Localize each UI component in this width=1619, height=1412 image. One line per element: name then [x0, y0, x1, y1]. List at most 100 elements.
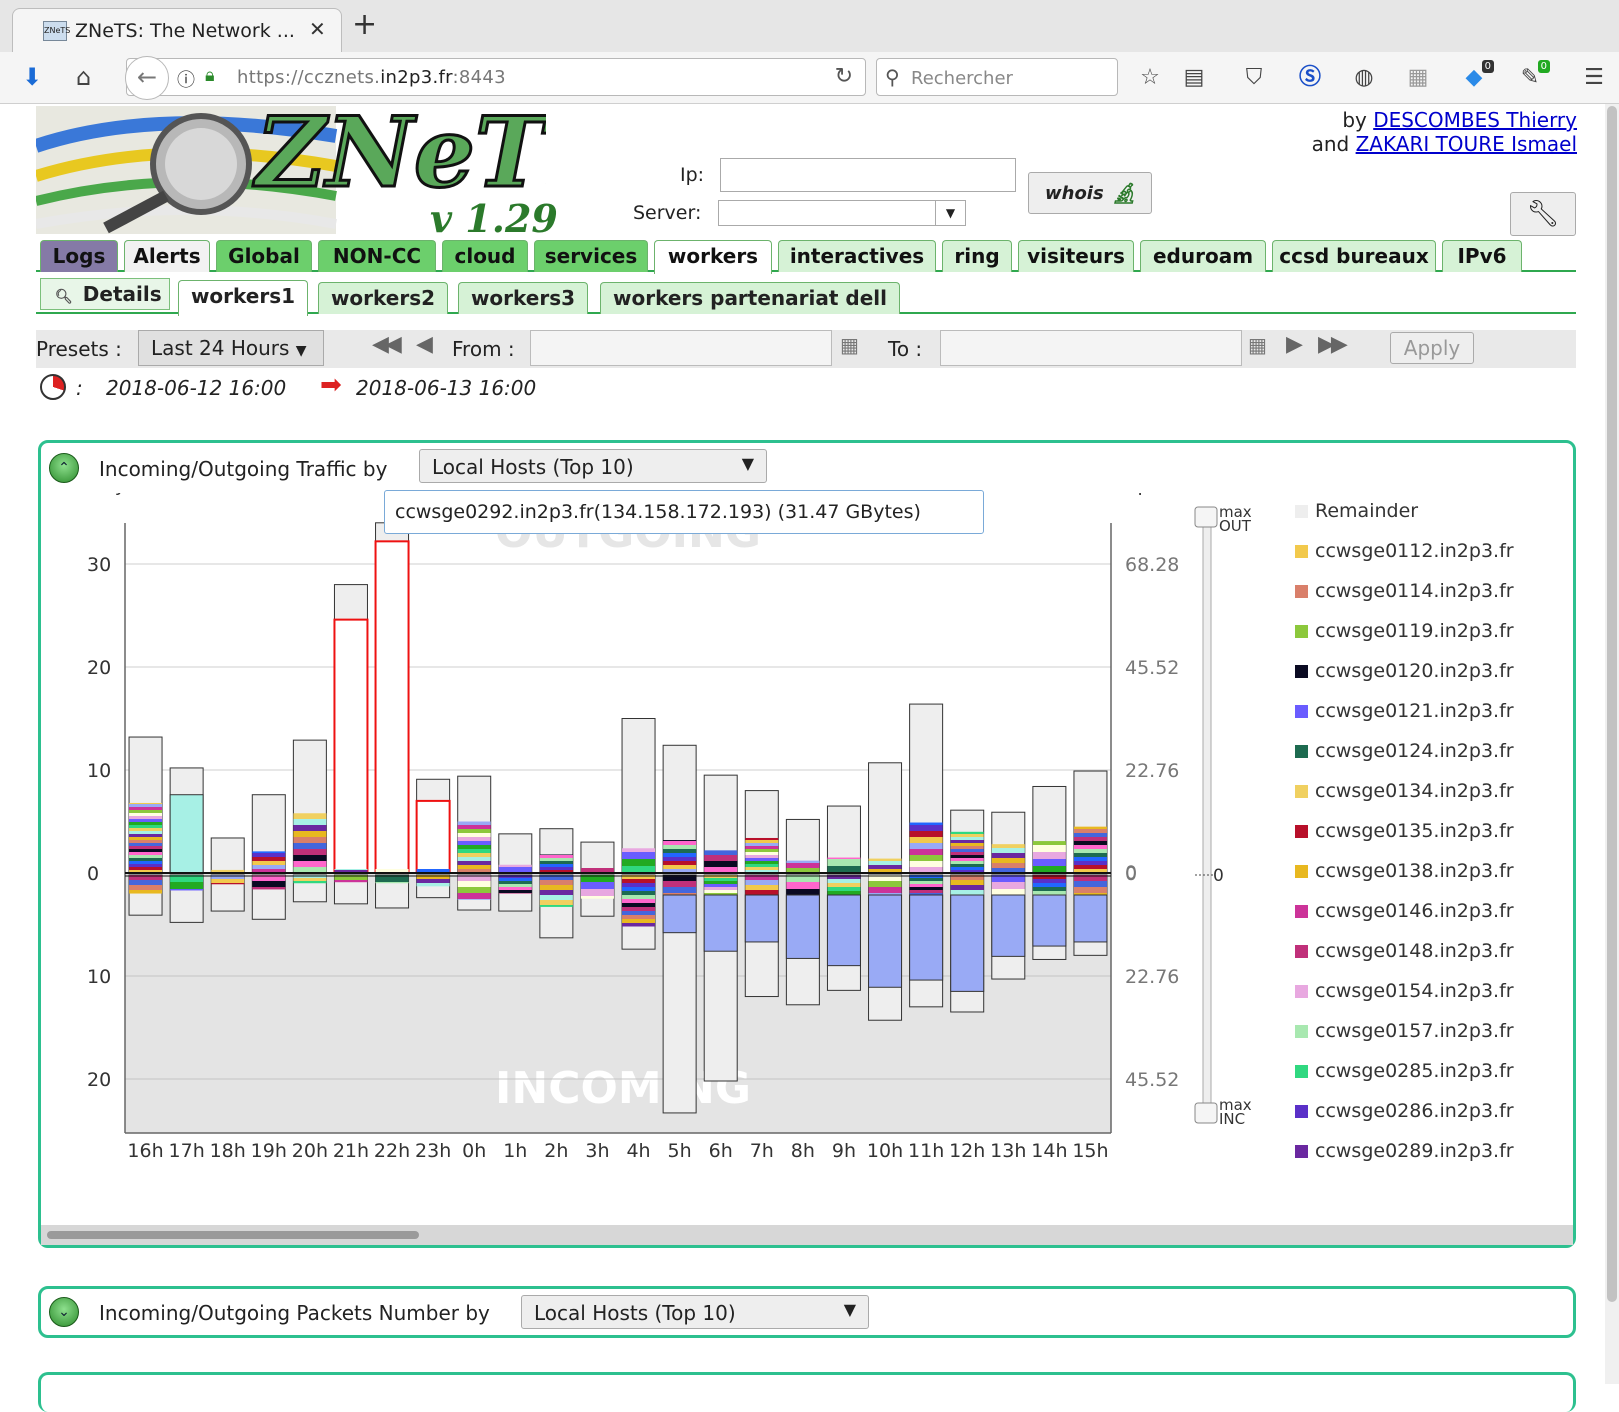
bar-outgoing-segment: [745, 837, 779, 840]
bar-incoming-segment: [909, 881, 943, 884]
y-tick-right: 22.76: [1125, 966, 1179, 988]
x-tick-label: 0h: [462, 1140, 486, 1162]
reading-list-icon[interactable]: ▤: [1180, 64, 1208, 92]
max-inc-handle: [1194, 1102, 1218, 1124]
info-icon[interactable]: ⓘ: [177, 66, 195, 92]
scrollbar-thumb[interactable]: [47, 1231, 419, 1239]
forward-icon[interactable]: ▶: [1286, 332, 1303, 357]
bar-outgoing: [868, 762, 903, 874]
tab-interactives[interactable]: interactives: [778, 240, 936, 272]
menu-icon[interactable]: ☰: [1580, 64, 1608, 92]
bar-incoming-segment: [539, 890, 573, 895]
horizontal-scrollbar[interactable]: [41, 1225, 1573, 1245]
details-button[interactable]: 🔍︎ Details: [40, 278, 170, 310]
bar-outgoing-segment: [252, 861, 286, 865]
forward-fast-icon[interactable]: ▶▶: [1318, 332, 1348, 357]
bar-incoming-segment: [293, 881, 327, 884]
tab-workers1[interactable]: workers1: [178, 280, 308, 316]
tab-ring[interactable]: ring: [942, 240, 1012, 272]
tab-ipv6[interactable]: IPv6: [1442, 240, 1522, 272]
tab-visiteurs[interactable]: visiteurs: [1018, 240, 1134, 272]
tab-logs[interactable]: Logs: [40, 240, 118, 272]
lock-icon[interactable]: 🔒︎: [205, 65, 215, 86]
bar-outgoing-segment: [950, 855, 984, 858]
bar-outgoing-segment: [1073, 849, 1107, 853]
rewind-icon[interactable]: ◀: [416, 332, 433, 357]
calendar-icon[interactable]: ▦: [1248, 333, 1267, 357]
bar-outgoing-segment: [539, 861, 573, 864]
traffic-chart: OUTGOINGINCOMINGGBytes/hourMbps001022.76…: [87, 493, 1514, 1162]
s-extension-icon[interactable]: Ⓢ: [1296, 64, 1324, 92]
new-tab-icon[interactable]: +: [352, 10, 377, 40]
page-scrollbar[interactable]: [1605, 104, 1619, 1384]
bar-outgoing-segment: [622, 852, 656, 859]
tab-non-cc[interactable]: NON-CC: [318, 240, 436, 272]
tab-workers2[interactable]: workers2: [318, 282, 448, 314]
reload-icon[interactable]: ↻: [835, 64, 853, 89]
tab-cloud[interactable]: cloud: [442, 240, 528, 272]
search-bar[interactable]: ⚲ Rechercher: [876, 58, 1118, 96]
bar-incoming-segment: [909, 894, 944, 981]
presets-select[interactable]: Last 24 Hours ▼: [138, 330, 324, 366]
bar-outgoing-segment: [129, 843, 163, 846]
sub-tabs: 🔍︎ Details workers1 workers2 workers3 wor…: [36, 278, 1576, 316]
server-select[interactable]: ▼: [718, 200, 966, 226]
author2-link[interactable]: ZAKARI TOURE Ismael: [1356, 132, 1577, 156]
author1-link[interactable]: DESCOMBES Thierry: [1373, 108, 1577, 132]
close-tab-icon[interactable]: ✕: [309, 17, 326, 41]
bar-incoming-segment: [129, 890, 163, 894]
tab-alerts[interactable]: Alerts: [124, 240, 210, 272]
x-tick-label: 20h: [292, 1140, 328, 1162]
bar-incoming-segment: [498, 878, 532, 881]
panel-title: Incoming/Outgoing Packets Number by: [99, 1301, 490, 1325]
sync-icon[interactable]: ✎ 0: [1516, 60, 1550, 92]
tab-workers3[interactable]: workers3: [458, 282, 588, 314]
notification-icon[interactable]: ◆ 0: [1460, 60, 1494, 92]
bar-outgoing-segment: [539, 867, 573, 870]
tab-workers-partenariat-dell[interactable]: workers partenariat dell: [600, 282, 900, 314]
tab-global[interactable]: Global: [216, 240, 312, 272]
y-tick-right: 68.28: [1125, 554, 1179, 576]
network-extension-icon[interactable]: ◍: [1350, 64, 1378, 92]
tab-ccsd-bureaux[interactable]: ccsd bureaux: [1272, 240, 1436, 272]
container-icon[interactable]: ▦: [1404, 64, 1432, 92]
group-by-select[interactable]: Local Hosts (Top 10) ▼: [521, 1295, 869, 1329]
pocket-icon[interactable]: ⛉: [1240, 64, 1268, 92]
bar-incoming-segment: [909, 878, 943, 881]
tab-workers[interactable]: workers: [654, 240, 772, 274]
bar-incoming-segment: [745, 880, 779, 885]
url-text[interactable]: https://ccznets.in2p3.fr:8443: [237, 67, 506, 88]
whois-button[interactable]: whois 🔬︎: [1028, 172, 1152, 214]
home-icon[interactable]: ⌂: [76, 62, 91, 92]
from-input[interactable]: [530, 330, 832, 366]
bar-outgoing-segment: [293, 855, 327, 861]
group-by-select[interactable]: Local Hosts (Top 10) ▼: [419, 449, 767, 483]
bar-incoming-segment: [129, 880, 163, 885]
back-icon[interactable]: ←: [125, 56, 169, 100]
bar-outgoing-segment: [950, 831, 984, 834]
tab-services[interactable]: services: [534, 240, 648, 272]
apply-button[interactable]: Apply: [1390, 332, 1474, 364]
url-bar[interactable]: ← ⓘ 🔒︎ https://ccznets.in2p3.fr:8443 ↻: [125, 56, 866, 100]
bookmark-star-icon[interactable]: ☆: [1136, 64, 1164, 92]
bar-outgoing-segment: [909, 849, 943, 855]
bar-outgoing-segment: [1032, 859, 1066, 866]
bar-incoming-segment: [622, 879, 656, 883]
rewind-fast-icon[interactable]: ◀◀: [372, 332, 402, 357]
browser-tab[interactable]: ZNeTS ZNeTS: The Network ... ✕: [12, 8, 342, 52]
legend-swatch: [1295, 1105, 1308, 1118]
scrollbar-thumb[interactable]: [1607, 106, 1617, 1302]
settings-wrench-button[interactable]: 🔧︎: [1510, 192, 1576, 236]
bar-outgoing-segment: [129, 852, 163, 855]
calendar-icon[interactable]: ▦: [840, 333, 859, 357]
to-input[interactable]: [940, 330, 1242, 366]
bar-outgoing-segment: [663, 853, 697, 857]
expand-icon[interactable]: ⌄: [49, 1297, 79, 1327]
download-icon[interactable]: ⬇: [22, 62, 42, 92]
bar-outgoing-segment: [1073, 841, 1107, 845]
bar-incoming-segment: [1073, 887, 1107, 893]
collapse-icon[interactable]: ⌃: [49, 453, 79, 483]
x-tick-label: 9h: [832, 1140, 856, 1162]
ip-input[interactable]: [720, 158, 1016, 192]
tab-eduroam[interactable]: eduroam: [1140, 240, 1266, 272]
